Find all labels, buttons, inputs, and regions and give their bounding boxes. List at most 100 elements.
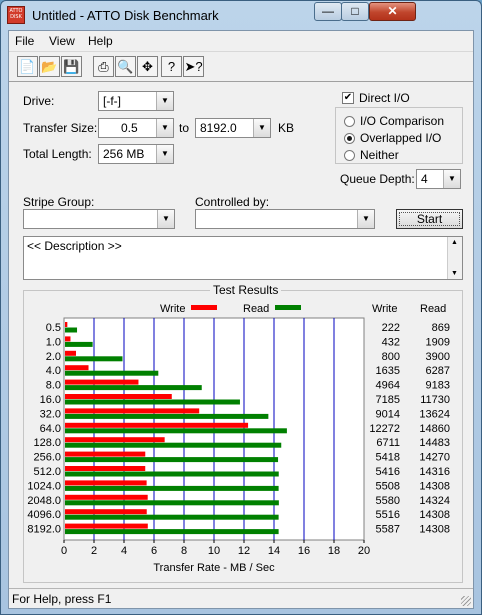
print-preview-icon[interactable]: 🔍 <box>115 56 136 77</box>
write-bar <box>65 437 165 443</box>
category-label: 8192.0 <box>27 524 61 536</box>
write-value: 7185 <box>376 394 400 406</box>
read-value: 14316 <box>419 466 450 478</box>
minimize-button[interactable]: — <box>314 2 342 21</box>
read-bar <box>65 356 123 362</box>
read-value: 6287 <box>426 365 450 377</box>
write-bar <box>65 336 71 342</box>
open-folder-icon[interactable]: 📂 <box>39 56 60 77</box>
move-icon[interactable]: ✥ <box>137 56 158 77</box>
write-bar <box>65 466 146 471</box>
chevron-down-icon[interactable]: ▼ <box>156 145 173 163</box>
chevron-down-icon[interactable]: ▼ <box>157 210 174 228</box>
read-value: 3900 <box>426 351 450 363</box>
total-length-select[interactable]: 256 MB ▼ <box>98 144 174 164</box>
start-button[interactable]: Start <box>396 209 463 229</box>
help-icon[interactable]: ? <box>161 56 182 77</box>
category-label: 4096.0 <box>27 509 61 521</box>
menu-view[interactable]: View <box>49 34 75 48</box>
write-bar <box>65 523 148 529</box>
menu-file[interactable]: File <box>15 34 34 48</box>
read-value: 869 <box>432 322 450 334</box>
write-bar <box>65 394 172 399</box>
controlled-by-select[interactable]: ▼ <box>195 209 375 229</box>
neither-radio[interactable] <box>344 150 355 161</box>
x-tick-label: 14 <box>268 545 280 557</box>
category-label: 1.0 <box>46 336 61 348</box>
overlapped-io-radio[interactable] <box>344 133 355 144</box>
write-value: 4964 <box>376 380 400 392</box>
x-tick-label: 4 <box>121 545 127 557</box>
print-icon[interactable]: ⎙ <box>93 56 114 77</box>
write-bar <box>65 422 249 428</box>
results-chart: 0.5 1.0 2.0 4.0 8.0 16.0 32.0 64.0 128.0 256.0 512… <box>27 303 450 574</box>
chevron-down-icon[interactable]: ▼ <box>253 119 270 137</box>
menu-bar: File View Help <box>9 31 473 52</box>
save-icon[interactable]: 💾 <box>61 56 82 77</box>
controlled-by-label: Controlled by: <box>195 195 270 209</box>
read-bar <box>65 385 202 391</box>
legend-write-swatch <box>191 305 217 310</box>
read-bar <box>65 514 279 520</box>
transfer-to-label: to <box>179 121 190 135</box>
new-file-icon[interactable]: 📄 <box>17 56 38 77</box>
stripe-group-select[interactable]: ▼ <box>23 209 175 229</box>
description-field[interactable]: << Description >> ▲ ▼ <box>23 236 463 280</box>
read-value: 14308 <box>419 509 450 521</box>
direct-io-checkbox[interactable]: ✔ <box>342 92 354 104</box>
write-value: 432 <box>382 336 400 348</box>
resize-grip-icon[interactable] <box>461 596 471 606</box>
read-bar <box>65 341 93 347</box>
category-label: 4.0 <box>46 365 61 377</box>
read-value: 14270 <box>419 452 450 464</box>
close-button[interactable]: ✕ <box>369 2 416 21</box>
atto-app-icon[interactable]: ATTO DISK <box>7 6 25 24</box>
toolbar: 📄 📂 💾 ⎙ 🔍 ✥ ? ➤? <box>9 52 473 82</box>
x-tick-label: 20 <box>358 545 370 557</box>
read-bar <box>65 428 287 434</box>
title-bar[interactable]: ATTO DISK Untitled - ATTO Disk Benchmark… <box>1 1 481 30</box>
context-help-icon[interactable]: ➤? <box>183 56 204 77</box>
io-mode-group: I/O Comparison Overlapped I/O Neither <box>335 107 463 164</box>
total-length-label: Total Length: <box>23 147 92 161</box>
category-label: 2.0 <box>46 351 61 363</box>
read-bar <box>65 471 279 477</box>
io-comparison-radio[interactable] <box>344 116 355 127</box>
chevron-down-icon[interactable]: ▼ <box>156 119 173 137</box>
chevron-down-icon[interactable]: ▼ <box>156 92 173 110</box>
x-tick-label: 10 <box>208 545 220 557</box>
category-label: 8.0 <box>46 380 61 392</box>
write-bar <box>65 350 76 356</box>
test-results-group: Test Results 0.5 1.0 2.0 4.0 8.0 16.0 32.0 64.0… <box>23 283 463 583</box>
stripe-group-label: Stripe Group: <box>23 195 95 209</box>
write-value: 5587 <box>376 524 400 536</box>
scroll-up-icon[interactable]: ▲ <box>451 239 458 246</box>
x-tick-label: 8 <box>181 545 187 557</box>
scroll-down-icon[interactable]: ▼ <box>451 270 458 277</box>
menu-help[interactable]: Help <box>88 34 113 48</box>
queue-depth-select[interactable]: 4 ▼ <box>416 169 461 189</box>
description-scrollbar[interactable]: ▲ ▼ <box>447 237 462 279</box>
transfer-size-label: Transfer Size: <box>23 121 98 135</box>
category-label: 128.0 <box>33 437 61 449</box>
chevron-down-icon[interactable]: ▼ <box>357 210 374 228</box>
category-label: 16.0 <box>40 394 61 406</box>
category-label: 1024.0 <box>27 480 61 492</box>
read-bar <box>65 457 279 463</box>
drive-select[interactable]: [-f-] ▼ <box>98 91 174 111</box>
write-value: 800 <box>382 351 400 363</box>
read-value: 14308 <box>419 524 450 536</box>
drive-label: Drive: <box>23 94 55 108</box>
status-bar: For Help, press F1 <box>9 588 473 608</box>
write-value: 1635 <box>376 365 400 377</box>
io-comparison-label: I/O Comparison <box>360 114 445 128</box>
app-window: ATTO DISK Untitled - ATTO Disk Benchmark… <box>0 0 482 615</box>
chevron-down-icon[interactable]: ▼ <box>443 170 460 188</box>
maximize-button[interactable]: □ <box>341 2 369 21</box>
transfer-from-select[interactable]: 0.5 ▼ <box>98 118 174 138</box>
transfer-to-select[interactable]: 8192.0 ▼ <box>195 118 271 138</box>
write-bar <box>65 509 147 515</box>
read-value: 14324 <box>419 495 450 507</box>
write-column-header: Write <box>372 303 397 315</box>
read-bar <box>65 413 269 419</box>
